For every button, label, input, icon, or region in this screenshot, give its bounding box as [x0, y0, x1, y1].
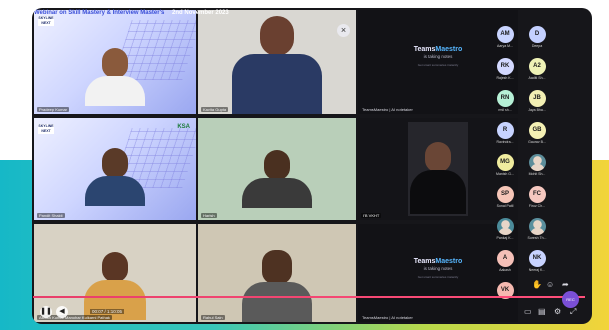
participant-list-name: rmil sh...	[498, 108, 512, 112]
video-tile-fourth[interactable]: Harish	[198, 118, 356, 220]
avatar	[528, 154, 546, 171]
participant-name: Pradeep Kumar	[37, 107, 70, 112]
participant-figure	[410, 142, 466, 214]
skyline-logo: SKYLINE NEXT	[38, 124, 54, 134]
avatar: R	[496, 122, 514, 139]
participant-list-item[interactable]: Pankaj K...	[490, 218, 520, 240]
participant-list-item[interactable]: NK Neeraj K...	[522, 250, 552, 272]
participant-list-item[interactable]: JB Jaya Bha...	[522, 90, 552, 112]
participant-list-name: Aarya M...	[497, 44, 513, 48]
participant-list-item[interactable]: SP Sonal Patil	[490, 186, 520, 208]
avatar: A	[496, 250, 514, 267]
participant-list-name: Mohit Sh...	[528, 172, 546, 176]
participant-list-item[interactable]: AM Aarya M...	[490, 26, 520, 48]
participant-name: TeamsMaestro | AI notetaker	[362, 315, 413, 320]
record-button[interactable]: REC	[562, 291, 579, 308]
participant-list-item[interactable]: Mohit Sh...	[522, 154, 552, 176]
avatar: RN	[496, 90, 514, 107]
speaker-figure	[232, 16, 322, 114]
participant-list-name: Rajesh K...	[496, 76, 514, 80]
participant-list-item[interactable]: A2 Aaditi Sh...	[522, 58, 552, 80]
avatar: RK	[496, 58, 514, 75]
participant-list-name: Sonal Patil	[496, 204, 514, 208]
avatar: A2	[528, 58, 546, 75]
participant-list-name: Ravindra...	[496, 140, 514, 144]
avatar	[528, 218, 546, 235]
video-tile-speaker[interactable]: Kavita Gupta	[198, 10, 356, 114]
participant-list-name: Gaurav B...	[528, 140, 546, 144]
participant-list-name: Jaya Bha...	[528, 108, 546, 112]
avatar: SP	[496, 186, 514, 203]
participant-list-name: Aaditi Sh...	[528, 76, 546, 80]
reaction-icon[interactable]: ☺	[546, 281, 554, 289]
close-icon[interactable]: ×	[337, 24, 350, 37]
previous-icon[interactable]: ◀	[56, 306, 68, 318]
participant-list-name: Deepa	[531, 44, 543, 48]
participant-name: Rahul Sain	[201, 315, 225, 320]
participant-list-item[interactable]: RK Rajesh K...	[490, 58, 520, 80]
webinar-title: Webinar on Skill Mastery & Interview Mas…	[34, 10, 165, 16]
avatar: FC	[528, 186, 546, 203]
share-icon[interactable]: ➦	[562, 281, 569, 289]
webinar-title-banner: Webinar on Skill Mastery & Interview Mas…	[34, 10, 229, 16]
playback-time: 00:07 / 1:10:05	[90, 309, 125, 314]
maestro-tagline: Get smart summaries instantly	[417, 275, 459, 279]
participant-name: Harish	[201, 213, 217, 218]
participant-list-item[interactable]: A Aakash	[490, 250, 520, 272]
participant-list-name: Suresh Th...	[527, 236, 547, 240]
hand-raise-icon[interactable]: ✋	[532, 281, 542, 289]
participant-figure	[85, 148, 145, 206]
participant-name: Kavita Gupta	[201, 107, 229, 112]
participant-list-item[interactable]: MG Manish G...	[490, 154, 520, 176]
video-tile-third[interactable]: SKYLINE NEXT KSA Pandit Shakti	[34, 118, 196, 220]
avatar: JB	[528, 90, 546, 107]
skyline-logo: SKYLINE NEXT	[38, 16, 54, 26]
avatar: GB	[528, 122, 546, 139]
video-tile-host[interactable]: SKYLINE NEXT Pradeep Kumar	[34, 10, 196, 114]
participant-name: I'B VKHT	[361, 213, 382, 218]
participant-list-name: Firoz Ch...	[528, 204, 546, 208]
pause-icon[interactable]: ❚❚	[40, 306, 52, 318]
avatar: AM	[496, 26, 514, 43]
avatar: NK	[528, 250, 546, 267]
ksa-logo: KSA	[177, 124, 190, 130]
participant-list-item[interactable]: D Deepa	[522, 26, 552, 48]
avatar: MG	[496, 154, 514, 171]
participant-figure	[242, 150, 312, 208]
video-seek-bar[interactable]	[33, 296, 585, 298]
host-figure	[85, 48, 145, 106]
captions-icon[interactable]: ▤	[538, 308, 546, 316]
participant-list-item[interactable]: FC Firoz Ch...	[522, 186, 552, 208]
participant-name: Pandit Shakti	[37, 213, 65, 218]
participant-list-name: Manish G...	[496, 172, 514, 176]
participant-list-item[interactable]: RN rmil sh...	[490, 90, 520, 112]
participant-figure	[242, 250, 312, 322]
participant-list-name: Neeraj K...	[528, 268, 546, 272]
avatar: D	[528, 26, 546, 43]
participant-list-item[interactable]: GB Gaurav B...	[522, 122, 552, 144]
avatar	[496, 218, 514, 235]
settings-icon[interactable]: ⚙	[554, 308, 561, 316]
participant-list-item[interactable]: Suresh Th...	[522, 218, 552, 240]
webinar-date: 2nd November 2023	[172, 10, 229, 16]
camera-icon[interactable]: ▭	[524, 308, 532, 316]
participant-list-name: Aakash	[499, 268, 511, 272]
participant-name: TeamsMaestro | AI notetaker	[362, 107, 413, 112]
participant-list-item[interactable]: R Ravindra...	[490, 122, 520, 144]
participant-list-name: Pankaj K...	[496, 236, 514, 240]
video-tile-seventh[interactable]: Rahul Sain	[198, 224, 356, 322]
fullscreen-icon[interactable]: ⤢	[570, 308, 576, 316]
